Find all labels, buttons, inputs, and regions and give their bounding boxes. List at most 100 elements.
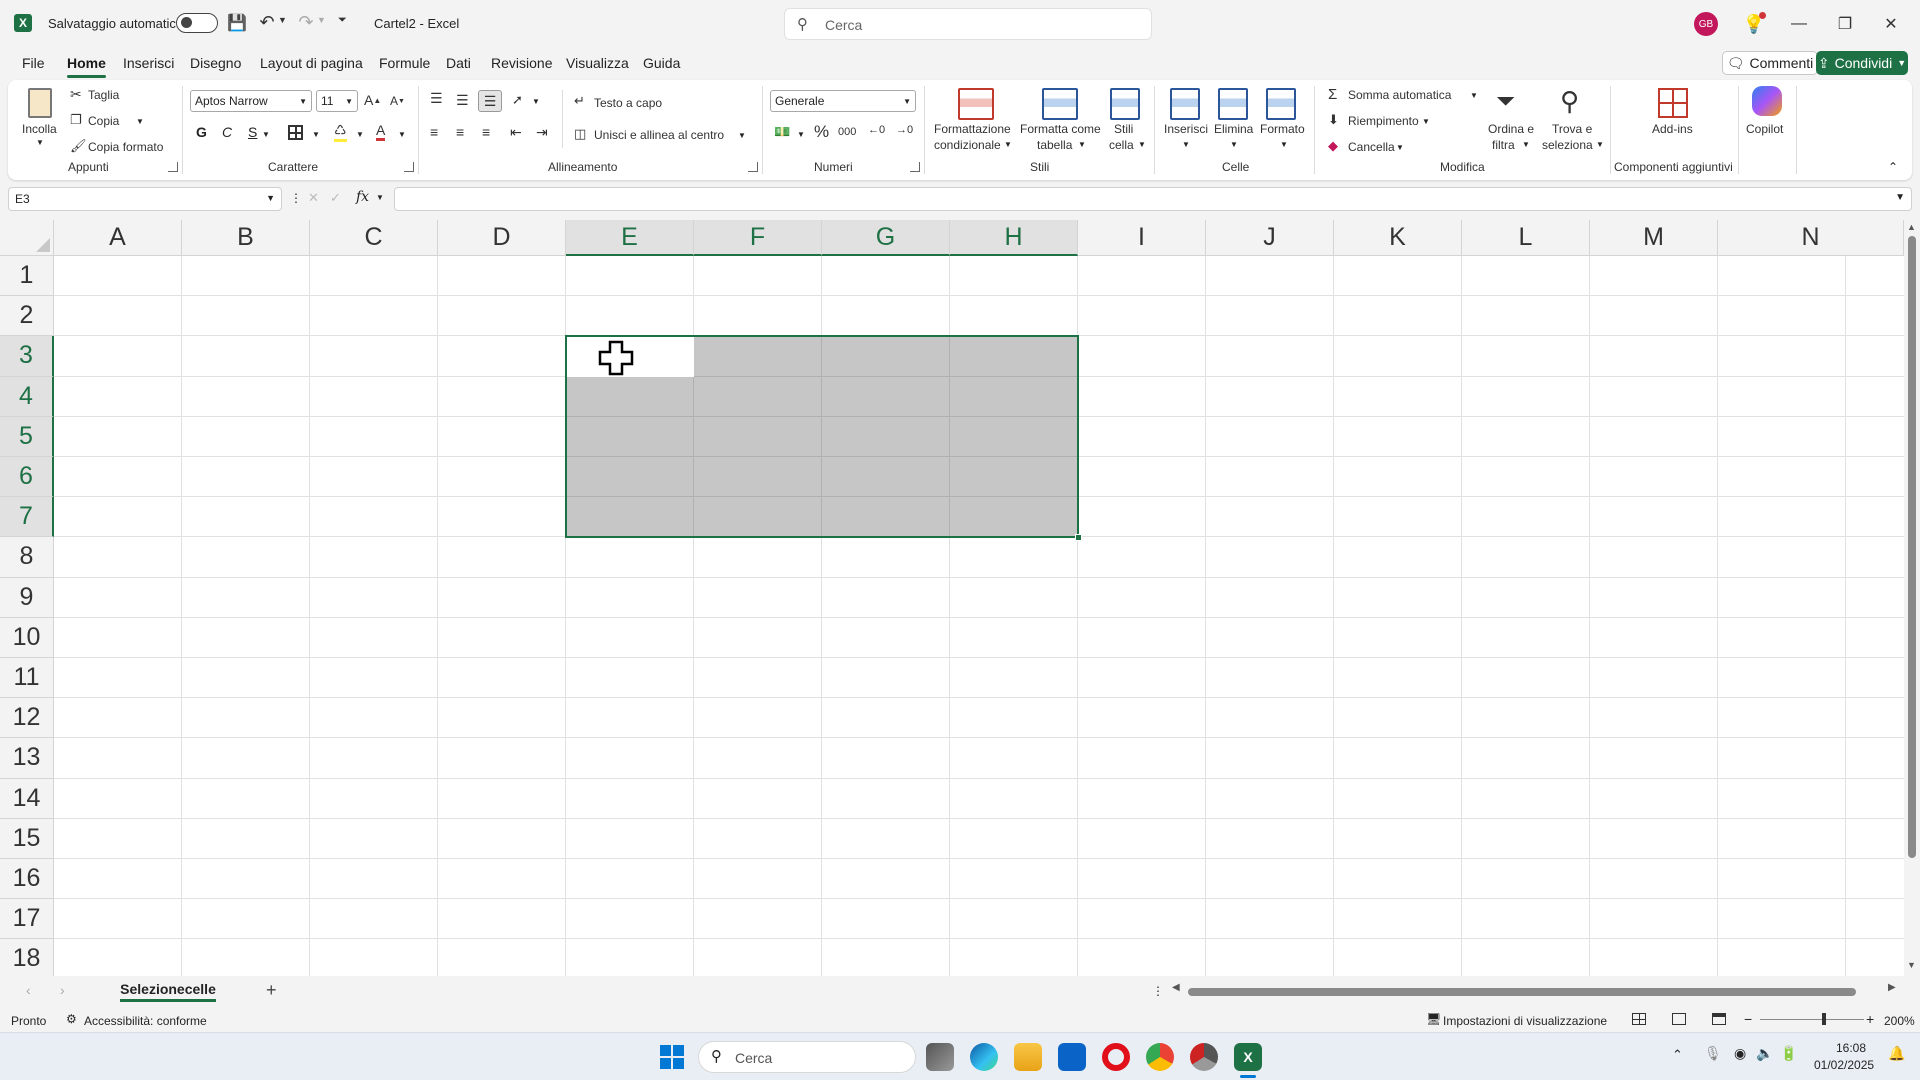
display-settings-label[interactable]: Impostazioni di visualizzazione bbox=[1443, 1014, 1607, 1028]
tab-view[interactable]: Visualizza bbox=[566, 50, 629, 76]
accessibility-status[interactable]: Accessibilità: conforme bbox=[84, 1014, 207, 1028]
next-sheet-icon[interactable]: › bbox=[60, 982, 65, 998]
zoom-slider-thumb[interactable] bbox=[1822, 1013, 1826, 1025]
file-explorer-icon[interactable] bbox=[1014, 1043, 1042, 1071]
format-cells-button[interactable]: Formato ▼ bbox=[1258, 86, 1306, 154]
insert-function-icon[interactable]: fx bbox=[356, 189, 369, 205]
row-header-7[interactable]: 7 bbox=[0, 497, 54, 538]
sort-filter-button[interactable]: ⏷ Ordina e filtra ▼ bbox=[1484, 86, 1536, 154]
minimize-button[interactable]: — bbox=[1776, 4, 1822, 44]
windows-start-icon[interactable] bbox=[660, 1045, 684, 1069]
fill-color-icon[interactable]: ♺ bbox=[334, 122, 347, 142]
tab-data[interactable]: Dati bbox=[446, 50, 471, 76]
autosave-toggle[interactable] bbox=[176, 13, 218, 33]
row-header-8[interactable]: 8 bbox=[0, 537, 54, 578]
column-header-h[interactable]: H bbox=[950, 220, 1078, 256]
normal-view-icon[interactable] bbox=[1632, 1013, 1646, 1025]
name-box[interactable]: E3 ▼ bbox=[8, 187, 282, 211]
tab-formulas[interactable]: Formule bbox=[379, 50, 430, 76]
undo-dropdown-icon[interactable]: ▼ bbox=[278, 15, 287, 25]
display-settings-icon[interactable]: 🖥 bbox=[1426, 1012, 1441, 1026]
italic-button[interactable]: C bbox=[222, 124, 232, 140]
chevron-down-icon[interactable]: ▼ bbox=[1470, 91, 1478, 100]
row-header-9[interactable]: 9 bbox=[0, 577, 54, 618]
tab-file[interactable]: File bbox=[22, 50, 45, 76]
cut-label[interactable]: Taglia bbox=[88, 88, 119, 102]
scissors-icon[interactable]: ✂ bbox=[70, 86, 82, 103]
chrome-icon[interactable] bbox=[1146, 1043, 1174, 1071]
scroll-right-icon[interactable]: ▶ bbox=[1888, 982, 1896, 993]
undo-icon[interactable]: ↶ bbox=[257, 12, 277, 32]
fill-label[interactable]: Riempimento bbox=[1348, 114, 1419, 128]
chevron-down-icon[interactable]: ▼ bbox=[797, 130, 805, 139]
horizontal-scrollbar-thumb[interactable] bbox=[1188, 988, 1856, 996]
tab-help[interactable]: Guida bbox=[643, 50, 680, 76]
wifi-icon[interactable]: ◉ bbox=[1734, 1045, 1746, 1062]
chevron-down-icon[interactable]: ▼ bbox=[738, 131, 746, 140]
align-bottom-icon[interactable]: ☰ bbox=[478, 90, 502, 112]
align-top-icon[interactable]: ☰ bbox=[430, 90, 443, 107]
row-header-12[interactable]: 12 bbox=[0, 698, 54, 739]
orientation-icon[interactable]: ➚ bbox=[512, 92, 523, 108]
accessibility-icon[interactable]: ⚙ bbox=[66, 1012, 77, 1026]
column-header-m[interactable]: M bbox=[1590, 220, 1718, 256]
delete-cells-button[interactable]: Elimina ▼ bbox=[1210, 86, 1256, 154]
number-format-dropdown[interactable]: Generale ▼ bbox=[770, 90, 916, 112]
redo-icon[interactable]: ↷ bbox=[296, 12, 316, 32]
edge-icon[interactable] bbox=[970, 1043, 998, 1071]
increase-indent-icon[interactable]: ⇥ bbox=[536, 124, 548, 141]
row-header-11[interactable]: 11 bbox=[0, 658, 54, 699]
chevron-down-icon[interactable]: ▼ bbox=[532, 97, 540, 106]
column-header-i[interactable]: I bbox=[1078, 220, 1206, 256]
chevron-down-icon[interactable]: ▼ bbox=[1422, 117, 1430, 126]
cell-styles-button[interactable]: Stili cella ▼ bbox=[1104, 86, 1148, 154]
decrease-font-icon[interactable]: A ▼ bbox=[390, 94, 405, 108]
worksheet-grid[interactable]: A B C D E F G H I J K L M N 1 2 3 4 5 6 7 8 9 10 11 12 13 14 15 16 17 1… bbox=[0, 220, 1904, 976]
zoom-out-icon[interactable]: − bbox=[1744, 1011, 1752, 1027]
row-header-2[interactable]: 2 bbox=[0, 296, 54, 337]
microphone-icon[interactable]: 🎙 bbox=[1704, 1045, 1722, 1062]
close-button[interactable]: ✕ bbox=[1868, 4, 1914, 44]
decrease-indent-icon[interactable]: ⇤ bbox=[510, 124, 522, 141]
save-icon[interactable]: 💾 bbox=[227, 13, 247, 33]
notifications-icon[interactable]: 🔔 bbox=[1888, 1045, 1905, 1062]
chevron-down-icon[interactable]: ▼ bbox=[356, 130, 364, 139]
align-middle-icon[interactable]: ☰ bbox=[456, 92, 469, 109]
opera-icon[interactable] bbox=[1102, 1043, 1130, 1071]
row-header-16[interactable]: 16 bbox=[0, 859, 54, 900]
clock-date[interactable]: 01/02/2025 bbox=[1814, 1058, 1874, 1072]
row-header-13[interactable]: 13 bbox=[0, 738, 54, 779]
row-header-17[interactable]: 17 bbox=[0, 899, 54, 940]
thousands-separator-icon[interactable]: 000 bbox=[838, 126, 856, 138]
chevron-down-icon[interactable]: ▼ bbox=[262, 130, 270, 139]
increase-decimal-icon[interactable]: ←0 bbox=[868, 124, 885, 136]
column-header-k[interactable]: K bbox=[1334, 220, 1462, 256]
wrap-text-label[interactable]: Testo a capo bbox=[594, 96, 662, 110]
percent-icon[interactable]: % bbox=[814, 122, 829, 142]
row-header-14[interactable]: 14 bbox=[0, 778, 54, 819]
select-all-corner[interactable] bbox=[0, 220, 54, 256]
eraser-icon[interactable]: ◆ bbox=[1328, 138, 1338, 154]
prev-sheet-icon[interactable]: ‹ bbox=[26, 982, 31, 998]
copilot-button[interactable]: Copilot bbox=[1740, 86, 1796, 146]
column-header-l[interactable]: L bbox=[1462, 220, 1590, 256]
tab-draw[interactable]: Disegno bbox=[190, 50, 241, 76]
chevron-up-icon[interactable]: ⌃ bbox=[1672, 1047, 1683, 1063]
chevron-down-icon[interactable]: ▼ bbox=[376, 193, 384, 202]
scroll-up-icon[interactable]: ▲ bbox=[1907, 222, 1916, 232]
zoom-slider-track[interactable] bbox=[1760, 1019, 1864, 1020]
find-select-button[interactable]: ⚲ Trova e seleziona ▼ bbox=[1540, 86, 1604, 154]
maximize-button[interactable]: ❐ bbox=[1822, 4, 1868, 44]
copy-label[interactable]: Copia bbox=[88, 114, 119, 128]
conditional-formatting-button[interactable]: Formattazione condizionale ▼ bbox=[932, 86, 1016, 154]
wrap-text-icon[interactable]: ↵ bbox=[574, 93, 585, 109]
row-header-6[interactable]: 6 bbox=[0, 457, 54, 498]
share-button[interactable]: ⇪ Condividi ▼ bbox=[1816, 51, 1908, 75]
chevron-down-icon[interactable]: ▼ bbox=[312, 130, 320, 139]
taskbar-search-box[interactable]: ⚲ Cerca bbox=[698, 1041, 916, 1073]
row-header-10[interactable]: 10 bbox=[0, 617, 54, 658]
outlook-icon[interactable] bbox=[1058, 1043, 1086, 1071]
tab-insert[interactable]: Inserisci bbox=[123, 50, 174, 76]
more-options-icon[interactable]: ⋮ bbox=[290, 191, 302, 205]
copy-icon[interactable]: ❐ bbox=[70, 112, 82, 128]
